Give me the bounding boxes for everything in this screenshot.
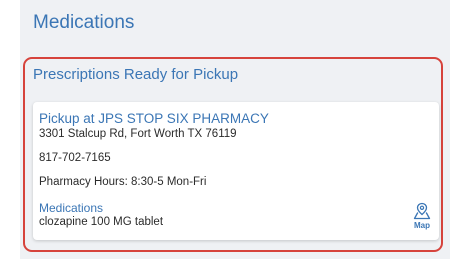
pharmacy-phone: 817-702-7165	[39, 152, 111, 164]
map-pin-icon	[413, 202, 431, 220]
map-button[interactable]: Map	[411, 202, 433, 234]
pickup-pharmacy-link[interactable]: Pickup at JPS STOP SIX PHARMACY	[39, 111, 269, 126]
medication-name: clozapine 100 MG tablet	[39, 216, 164, 228]
section-title: Medications	[33, 12, 135, 33]
medications-label: Medications	[39, 201, 104, 215]
pharmacy-address: 3301 Stalcup Rd, Fort Worth TX 76119	[39, 128, 237, 140]
pharmacy-hours: Pharmacy Hours: 8:30-5 Mon-Fri	[39, 176, 207, 188]
medications-section: Medications Prescriptions Ready for Pick…	[20, 0, 450, 259]
pickup-card: Pickup at JPS STOP SIX PHARMACY 3301 Sta…	[33, 102, 439, 240]
map-label: Map	[414, 221, 430, 230]
prescriptions-ready-panel: Prescriptions Ready for Pickup Pickup at…	[23, 57, 443, 252]
prescriptions-ready-title: Prescriptions Ready for Pickup	[33, 66, 239, 83]
